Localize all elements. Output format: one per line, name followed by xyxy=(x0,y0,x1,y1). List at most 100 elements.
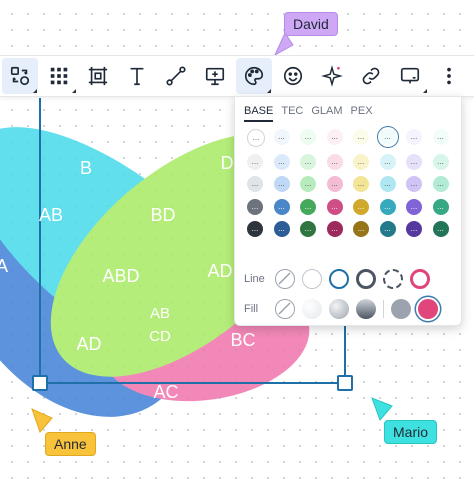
color-swatch[interactable]: ... xyxy=(379,176,396,192)
color-swatch[interactable]: ... xyxy=(247,176,263,192)
line-thick-option[interactable] xyxy=(356,269,376,289)
color-swatch[interactable]: ... xyxy=(326,221,343,237)
color-swatch[interactable]: ... xyxy=(247,198,263,215)
color-swatch[interactable]: ... xyxy=(300,129,316,145)
ai-button[interactable] xyxy=(314,58,350,94)
color-swatch[interactable]: ... xyxy=(353,176,369,192)
color-swatch[interactable]: ... xyxy=(432,198,449,215)
tab-pex[interactable]: PEX xyxy=(351,105,373,122)
color-swatch[interactable]: ... xyxy=(247,153,263,170)
color-swatch[interactable]: ... xyxy=(406,221,422,237)
line-thin-option[interactable] xyxy=(302,269,322,289)
link-icon xyxy=(362,67,380,85)
venn-label-abcd-bottom: CD xyxy=(149,328,171,345)
embed-button[interactable] xyxy=(392,58,428,94)
fill-none-option[interactable] xyxy=(275,299,295,319)
color-swatch[interactable]: ... xyxy=(326,129,343,145)
color-swatch[interactable]: ... xyxy=(432,176,449,192)
link-button[interactable] xyxy=(353,58,389,94)
selection-handle-bottom-right[interactable] xyxy=(337,375,353,391)
fill-gradient-dark-option[interactable] xyxy=(356,299,376,319)
fill-style-options xyxy=(275,299,445,319)
cursor-label-david: David xyxy=(284,12,338,36)
venn-label-b: B xyxy=(80,158,92,178)
connector-button[interactable] xyxy=(158,58,194,94)
tab-base[interactable]: BASE xyxy=(244,105,274,122)
line-dashed-option[interactable] xyxy=(383,269,403,289)
venn-label-ad: AD xyxy=(76,334,101,354)
color-swatch[interactable]: ... xyxy=(353,153,369,170)
color-swatch[interactable]: ... xyxy=(247,221,263,237)
color-swatch[interactable]: ... xyxy=(326,176,343,192)
tab-glam[interactable]: GLAM xyxy=(311,105,342,122)
color-swatch[interactable]: ... xyxy=(379,129,396,145)
line-medium-option[interactable] xyxy=(329,269,349,289)
color-swatch[interactable]: ... xyxy=(300,198,316,215)
color-swatch[interactable]: ... xyxy=(379,221,396,237)
color-swatch[interactable]: ... xyxy=(326,198,343,215)
color-swatch[interactable]: ... xyxy=(300,153,316,170)
fill-solid-gray-option[interactable] xyxy=(391,299,411,319)
venn-label-ab: AB xyxy=(39,205,63,225)
color-palette-button[interactable] xyxy=(236,58,272,94)
color-swatch[interactable]: ... xyxy=(273,198,290,215)
venn-label-bd: BD xyxy=(150,205,175,225)
cursor-label-mario: Mario xyxy=(384,420,438,444)
venn-label-ad-right: AD xyxy=(207,261,232,281)
color-swatch[interactable]: ... xyxy=(300,221,316,237)
color-swatch[interactable]: ... xyxy=(406,129,422,145)
frame-button[interactable] xyxy=(80,58,116,94)
color-swatch[interactable]: ... xyxy=(273,176,290,192)
color-swatch[interactable]: ... xyxy=(273,129,290,145)
venn-label-ac: AC xyxy=(153,382,178,402)
more-button[interactable] xyxy=(431,58,467,94)
cursor-label-anne: Anne xyxy=(45,432,96,456)
no-fill-icon xyxy=(278,302,291,315)
frame-icon xyxy=(88,66,108,86)
color-swatch[interactable]: ... xyxy=(406,198,422,215)
color-swatch[interactable]: ... xyxy=(379,153,396,170)
presentation-button[interactable] xyxy=(197,58,233,94)
fill-gradient-light-option[interactable] xyxy=(329,299,349,319)
line-none-option[interactable] xyxy=(275,269,295,289)
text-button[interactable] xyxy=(119,58,155,94)
emoji-button[interactable] xyxy=(275,58,311,94)
color-swatch[interactable]: ... xyxy=(406,176,422,192)
color-swatch[interactable]: ... xyxy=(353,221,369,237)
screen-icon xyxy=(400,67,420,84)
smiley-icon xyxy=(283,66,303,86)
venn-label-d: D xyxy=(221,153,234,173)
color-swatch[interactable]: ... xyxy=(353,198,369,215)
text-icon xyxy=(130,67,144,86)
grid-button[interactable] xyxy=(41,58,77,94)
fill-separator xyxy=(383,300,384,318)
venn-label-abcd-top: AB xyxy=(150,305,170,322)
cursor-arrow-anne xyxy=(31,408,53,433)
grid-icon xyxy=(50,67,68,85)
connector-icon xyxy=(166,66,186,86)
color-swatch[interactable]: ... xyxy=(432,153,449,170)
color-swatch[interactable]: ... xyxy=(432,129,449,145)
venn-label-a: A xyxy=(0,256,8,276)
selection-handle-bottom-left[interactable] xyxy=(32,375,48,391)
color-swatch[interactable]: ... xyxy=(326,153,343,170)
color-swatch[interactable]: ... xyxy=(300,176,316,192)
line-label: Line xyxy=(244,273,265,285)
color-swatch[interactable]: ... xyxy=(247,129,265,147)
no-line-icon xyxy=(278,272,291,285)
convert-shape-button[interactable] xyxy=(2,58,38,94)
fill-color-option[interactable] xyxy=(418,299,438,319)
color-swatch[interactable]: ... xyxy=(353,129,369,145)
color-swatch[interactable]: ... xyxy=(406,153,422,170)
color-swatch[interactable]: ... xyxy=(379,198,396,215)
fill-white-option[interactable] xyxy=(302,299,322,319)
cursor-arrow-david xyxy=(273,31,294,57)
color-swatch[interactable]: ... xyxy=(432,221,449,237)
color-swatch[interactable]: ... xyxy=(273,153,290,170)
line-color-option[interactable] xyxy=(410,269,430,289)
color-panel: BASE TEC GLAM PEX ......................… xyxy=(234,96,462,326)
color-swatch[interactable]: ... xyxy=(273,221,290,237)
more-icon xyxy=(447,67,451,85)
tab-tec[interactable]: TEC xyxy=(281,105,303,122)
cursor-arrow-mario xyxy=(371,397,393,421)
